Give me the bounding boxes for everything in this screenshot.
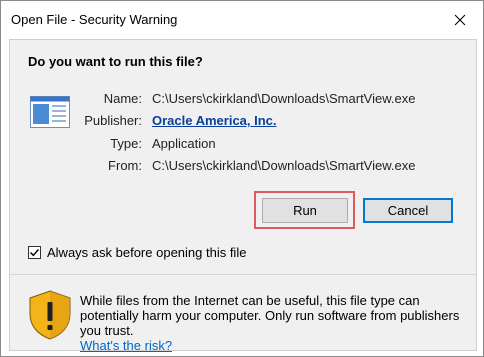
from-value: C:\Users\ckirkland\Downloads\SmartView.e… [152,158,416,173]
checkmark-icon [30,249,40,257]
type-label: Type: [110,136,142,151]
security-warning-window: Open File - Security Warning Do you want… [0,0,484,357]
publisher-label: Publisher: [84,113,142,128]
name-label: Name: [103,91,142,106]
whats-the-risk-link[interactable]: What's the risk? [80,338,172,353]
warning-text: While files from the Internet can be use… [80,293,460,338]
type-value: Application [152,136,216,151]
security-shield-icon [29,290,71,340]
run-button[interactable]: Run [262,198,348,223]
close-button[interactable] [437,1,483,39]
always-ask-label: Always ask before opening this file [47,245,247,260]
name-value: C:\Users\ckirkland\Downloads\SmartView.e… [152,91,416,106]
cancel-button[interactable]: Cancel [363,198,453,223]
window-title: Open File - Security Warning [11,12,178,27]
always-ask-checkbox[interactable] [28,246,41,259]
dialog-content: Do you want to run this file? Name: C:\U… [9,39,477,353]
publisher-link[interactable]: Oracle America, Inc. [152,113,277,128]
warning-message: While files from the Internet can be use… [80,293,464,353]
title-bar: Open File - Security Warning [1,1,483,39]
divider [10,274,476,275]
always-ask-checkbox-row[interactable]: Always ask before opening this file [28,245,246,260]
question-heading: Do you want to run this file? [28,54,203,69]
close-icon [454,14,466,26]
from-label: From: [108,158,142,173]
